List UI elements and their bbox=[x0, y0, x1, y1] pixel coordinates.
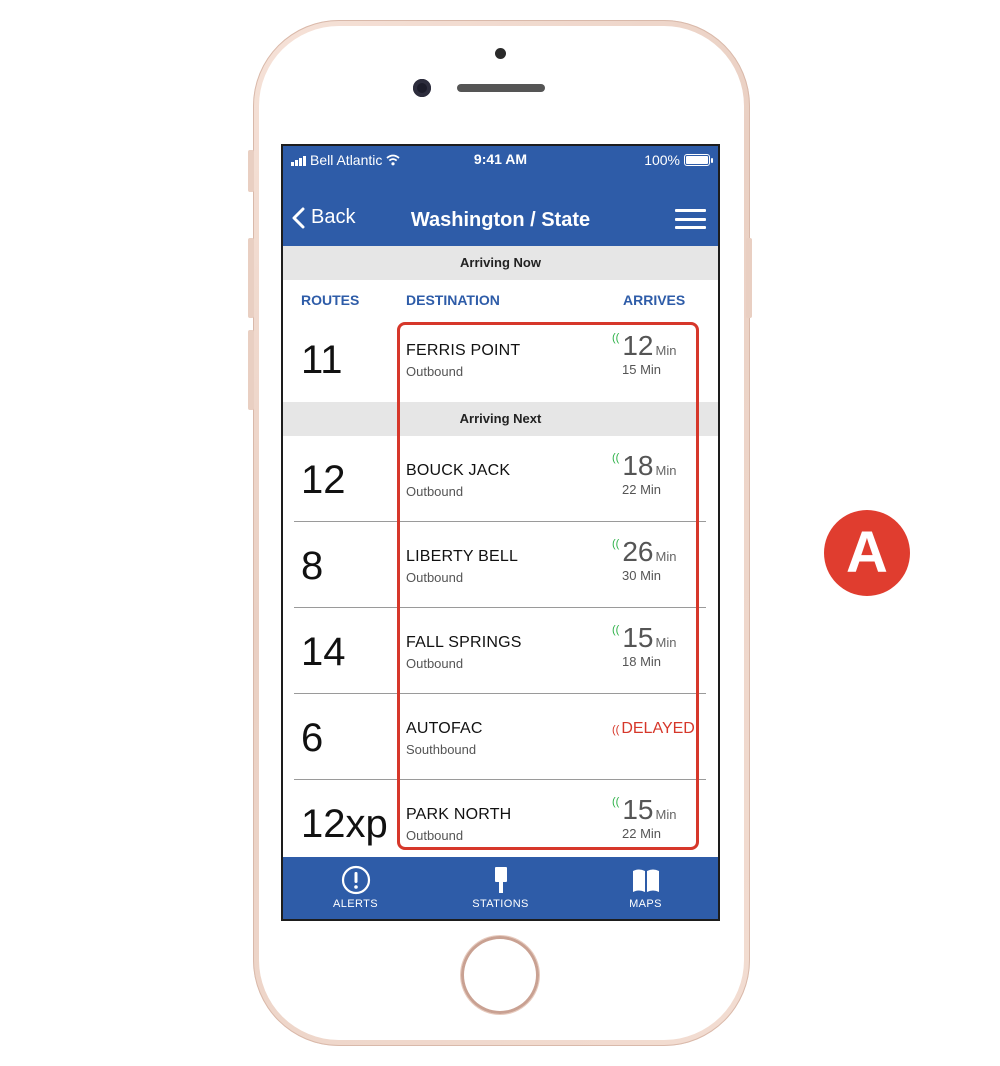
tab-maps[interactable]: MAPS bbox=[573, 857, 718, 919]
back-button[interactable]: Back bbox=[291, 206, 355, 229]
map-book-icon bbox=[632, 869, 659, 892]
column-destination: DESTINATION bbox=[406, 292, 500, 308]
earpiece-speaker bbox=[457, 84, 545, 92]
column-headers: ROUTES DESTINATION ARRIVES bbox=[283, 286, 718, 312]
battery-percent: 100% bbox=[644, 152, 680, 168]
tab-stations[interactable]: STATIONS bbox=[428, 857, 573, 919]
top-bar: Bell Atlantic 9:41 AM 100% Back Washingt… bbox=[283, 146, 718, 246]
annotation-badge: A bbox=[824, 510, 910, 596]
route-number: 8 bbox=[301, 544, 324, 588]
tab-label: MAPS bbox=[629, 898, 662, 910]
back-label: Back bbox=[311, 206, 356, 228]
front-camera bbox=[413, 79, 431, 97]
column-routes: ROUTES bbox=[301, 292, 360, 308]
column-arrives: ARRIVES bbox=[623, 292, 686, 308]
tab-label: ALERTS bbox=[333, 898, 378, 910]
power-button bbox=[746, 238, 752, 318]
route-number: 11 bbox=[301, 338, 343, 382]
menu-icon[interactable] bbox=[675, 209, 706, 229]
volume-down-button bbox=[248, 330, 254, 410]
mute-switch bbox=[248, 150, 254, 192]
status-battery: 100% bbox=[644, 152, 713, 168]
alert-icon bbox=[341, 865, 370, 895]
page-title: Washington / State bbox=[410, 209, 591, 231]
chevron-left-icon bbox=[292, 207, 305, 228]
route-number: 6 bbox=[301, 716, 324, 760]
home-button[interactable] bbox=[461, 936, 539, 1014]
proximity-sensor bbox=[495, 48, 506, 59]
route-number: 12 bbox=[301, 458, 346, 502]
highlight-box bbox=[397, 322, 699, 850]
tab-bar: ALERTS STATIONS MAPS bbox=[283, 857, 718, 919]
tab-alerts[interactable]: ALERTS bbox=[283, 857, 428, 919]
battery-icon bbox=[684, 154, 713, 166]
route-number: 14 bbox=[301, 630, 346, 674]
station-icon bbox=[494, 867, 507, 893]
tab-label: STATIONS bbox=[472, 898, 529, 910]
route-number: 12xp bbox=[301, 802, 388, 846]
volume-up-button bbox=[248, 238, 254, 318]
section-arriving-now: Arriving Now bbox=[283, 246, 718, 280]
